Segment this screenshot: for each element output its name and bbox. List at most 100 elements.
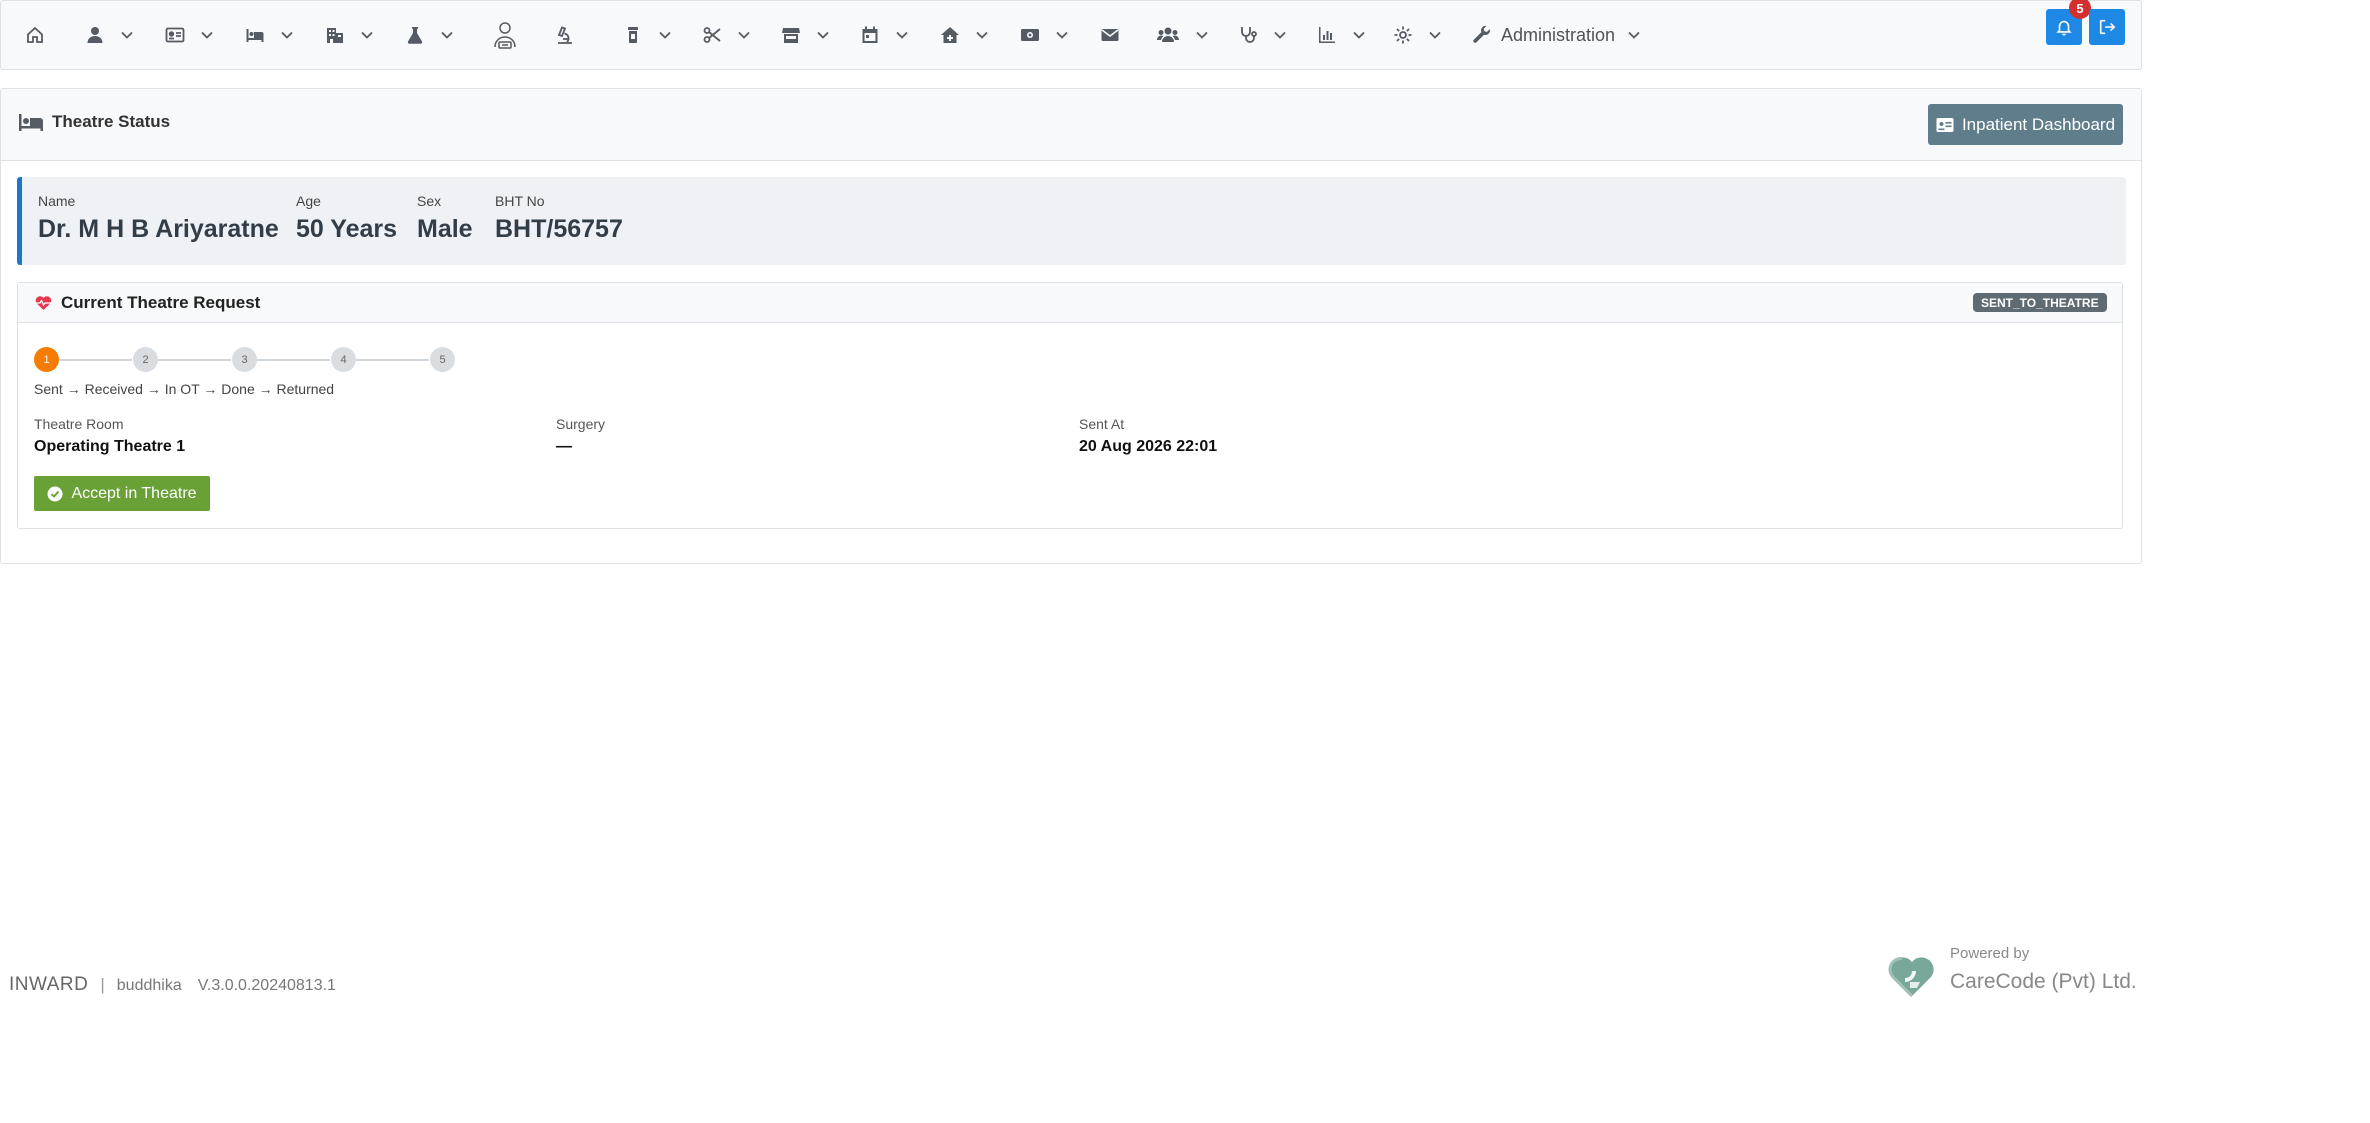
patient-info-card: Name Dr. M H B Ariyaratne Age 50 Years S… bbox=[17, 177, 2126, 265]
sent-at-value: 20 Aug 2026 22:01 bbox=[1079, 438, 1218, 455]
panel-title-text: Theatre Status bbox=[52, 112, 171, 131]
check-circle-icon bbox=[47, 486, 63, 501]
nav-doctor[interactable] bbox=[490, 19, 520, 51]
accept-in-theatre-label: Accept in Theatre bbox=[71, 484, 197, 502]
notification-count-badge: 5 bbox=[2069, 0, 2091, 19]
home-icon bbox=[27, 26, 43, 43]
request-title-text: Current Theatre Request bbox=[61, 293, 261, 312]
carecode-logo-icon bbox=[1888, 956, 1934, 998]
nav-id-card-menu[interactable] bbox=[165, 19, 214, 51]
nav-payment-menu[interactable] bbox=[1020, 19, 1069, 51]
bed-icon bbox=[246, 29, 264, 42]
theatre-status-panel: Theatre Status Inpatient Dashboard Name … bbox=[0, 88, 2142, 564]
chart-icon bbox=[1319, 27, 1335, 43]
gear-icon bbox=[1394, 26, 1412, 44]
sent-at-label: Sent At bbox=[1079, 416, 1125, 432]
footer-powered-by: Powered by CareCode (Pvt) Ltd. bbox=[1888, 940, 2137, 1000]
theatre-room-label: Theatre Room bbox=[34, 416, 124, 432]
current-theatre-request-card: Current Theatre Request SENT_TO_THEATRE … bbox=[17, 282, 2123, 529]
footer-separator: | bbox=[100, 975, 105, 994]
step-1: 1 bbox=[34, 347, 59, 372]
step-connector bbox=[58, 359, 132, 361]
surgery-label: Surgery bbox=[556, 416, 606, 432]
surgery-value: — bbox=[556, 438, 572, 455]
nav-messages[interactable] bbox=[1100, 19, 1120, 51]
chevron-down-icon bbox=[1429, 31, 1441, 39]
money-icon bbox=[1021, 29, 1039, 41]
administration-label: Administration bbox=[1501, 24, 1616, 45]
request-header: Current Theatre Request SENT_TO_THEATRE bbox=[18, 283, 2122, 323]
store-icon bbox=[782, 28, 800, 43]
nav-bed-menu[interactable] bbox=[245, 19, 294, 51]
chevron-down-icon bbox=[361, 31, 373, 39]
nav-building-menu[interactable] bbox=[325, 19, 374, 51]
nav-calendar-menu[interactable] bbox=[860, 19, 909, 51]
nav-pharmacy-menu[interactable] bbox=[623, 19, 672, 51]
inpatient-dashboard-label: Inpatient Dashboard bbox=[1961, 114, 2116, 134]
inpatient-dashboard-button[interactable]: Inpatient Dashboard bbox=[1928, 104, 2123, 145]
id-card-icon bbox=[165, 27, 185, 43]
footer-version: V.3.0.0.20240813.1 bbox=[197, 977, 336, 994]
patient-bht-value: BHT/56757 bbox=[495, 215, 623, 243]
nav-reports-menu[interactable] bbox=[1317, 19, 1366, 51]
house-medical-icon bbox=[941, 27, 959, 43]
steps-caption: Sent → Received → In OT → Done → Returne… bbox=[34, 381, 335, 397]
patient-sex-label: Sex bbox=[417, 193, 442, 209]
patient-bht-label: BHT No bbox=[495, 193, 545, 209]
envelope-icon bbox=[1101, 29, 1119, 41]
building-icon bbox=[327, 28, 343, 43]
nav-house-medical-menu[interactable] bbox=[940, 19, 989, 51]
patient-name-value: Dr. M H B Ariyaratne bbox=[38, 215, 279, 243]
chevron-down-icon bbox=[201, 31, 213, 39]
nav-microscope[interactable] bbox=[555, 19, 575, 51]
chevron-down-icon bbox=[1056, 31, 1068, 39]
microscope-icon bbox=[557, 26, 572, 44]
nav-lab-menu[interactable] bbox=[405, 19, 454, 51]
chevron-down-icon bbox=[121, 31, 133, 39]
patient-age-field: Age 50 Years bbox=[296, 193, 397, 244]
powered-by-label: Powered by bbox=[1950, 945, 2030, 962]
chevron-down-icon bbox=[1274, 31, 1286, 39]
patient-bht-field: BHT No BHT/56757 bbox=[495, 193, 623, 244]
theatre-room-field: Theatre Room Operating Theatre 1 bbox=[34, 416, 185, 456]
surgery-field: Surgery — bbox=[556, 416, 605, 456]
nav-staff-menu[interactable] bbox=[1156, 19, 1209, 51]
flask-icon bbox=[407, 27, 423, 44]
pill-bottle-icon bbox=[628, 27, 638, 43]
nav-home[interactable] bbox=[25, 19, 45, 51]
patient-sex-value: Male bbox=[417, 215, 473, 243]
chevron-down-icon bbox=[441, 31, 453, 39]
step-connector bbox=[256, 359, 330, 361]
calendar-icon bbox=[862, 26, 878, 43]
patient-age-label: Age bbox=[296, 193, 321, 209]
wrench-icon bbox=[1473, 25, 1490, 43]
step-5: 5 bbox=[430, 347, 455, 372]
chevron-down-icon bbox=[1353, 31, 1365, 39]
chevron-down-icon bbox=[1628, 31, 1640, 39]
footer-info: INWARD | buddhika V.3.0.0.20240813.1 bbox=[9, 974, 336, 996]
step-connector bbox=[355, 359, 429, 361]
panel-title: Theatre Status bbox=[18, 111, 170, 133]
bed-patient-icon bbox=[19, 114, 43, 131]
doctor-icon bbox=[494, 22, 516, 49]
nav-user-menu[interactable] bbox=[85, 19, 134, 51]
theatre-room-value: Operating Theatre 1 bbox=[34, 438, 186, 455]
logout-icon bbox=[2099, 19, 2116, 35]
heart-pulse-icon bbox=[35, 296, 52, 310]
chevron-down-icon bbox=[817, 31, 829, 39]
step-4: 4 bbox=[331, 347, 356, 372]
panel-header: Theatre Status Inpatient Dashboard bbox=[1, 89, 2141, 161]
top-navbar: Administration 5 bbox=[0, 0, 2142, 70]
accept-in-theatre-button[interactable]: Accept in Theatre bbox=[34, 476, 210, 511]
patient-age-value: 50 Years bbox=[296, 215, 398, 243]
patient-name-label: Name bbox=[38, 193, 76, 209]
nav-settings-menu[interactable] bbox=[1393, 19, 1442, 51]
scissors-icon bbox=[703, 27, 721, 43]
step-3: 3 bbox=[232, 347, 257, 372]
users-icon bbox=[1157, 27, 1179, 42]
nav-clinical-menu[interactable] bbox=[1238, 19, 1287, 51]
nav-administration-menu[interactable]: Administration bbox=[1472, 19, 1641, 51]
nav-store-menu[interactable] bbox=[781, 19, 830, 51]
logout-button[interactable] bbox=[2089, 9, 2125, 45]
nav-theatre-menu[interactable] bbox=[702, 19, 751, 51]
